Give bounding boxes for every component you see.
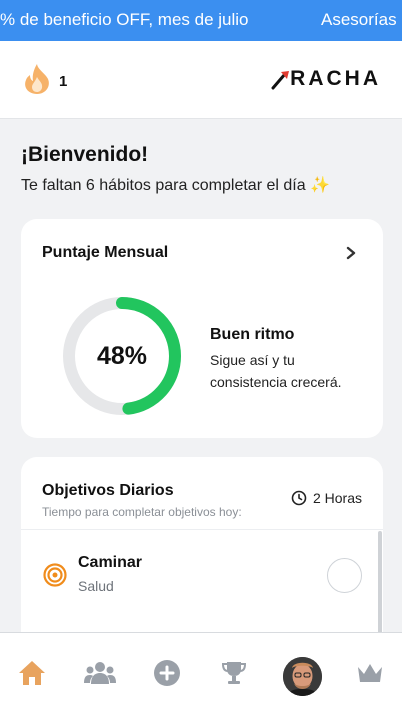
score-percent: 48% <box>96 341 148 370</box>
target-icon <box>43 563 67 587</box>
status-title: Buen ritmo <box>210 326 295 343</box>
nav-home[interactable] <box>15 656 49 690</box>
chevron-right-icon[interactable] <box>344 246 358 260</box>
habit-name: Caminar <box>78 554 143 571</box>
promo-link[interactable]: Asesorías <box>321 10 397 30</box>
page-subtitle: Te faltan 6 hábitos para completar el dí… <box>21 177 330 194</box>
page-title: ¡Bienvenido! <box>21 143 149 166</box>
goals-subtitle: Tiempo para completar objetivos hoy: <box>42 505 242 519</box>
status-description: Sigue así y tu consistencia crecerá. <box>210 352 342 390</box>
promo-banner[interactable]: % de beneficio OFF, mes de julio Asesorí… <box>0 0 402 41</box>
goals-title: Objetivos Diarios <box>42 482 174 499</box>
streak-count: 1 <box>59 73 68 90</box>
top-bar: 1 RACHA <box>0 41 402 119</box>
habit-category: Salud <box>78 578 114 594</box>
promo-text: % de beneficio OFF, mes de julio <box>0 10 249 29</box>
nav-add[interactable] <box>150 656 184 690</box>
nav-community[interactable] <box>83 656 117 690</box>
community-icon <box>84 662 116 684</box>
avatar-image <box>283 657 322 696</box>
score-card-title: Puntaje Mensual <box>42 244 169 261</box>
nav-trophy[interactable] <box>217 656 251 690</box>
add-icon <box>154 660 180 686</box>
crown-icon <box>358 664 382 682</box>
goals-time: 2 Horas <box>291 490 362 506</box>
bottom-nav <box>0 632 402 711</box>
flame-icon <box>22 63 52 100</box>
logo-arrow-icon <box>271 71 290 90</box>
trophy-icon <box>221 662 247 684</box>
profile-avatar[interactable] <box>283 657 322 696</box>
home-icon <box>19 661 45 685</box>
logo-text: RACHA <box>290 67 381 90</box>
goals-time-value: 2 Horas <box>312 490 362 506</box>
app-logo: RACHA <box>270 67 381 91</box>
divider <box>21 529 383 530</box>
nav-premium[interactable] <box>353 656 387 690</box>
monthly-score-card[interactable]: Puntaje Mensual 48% Buen ritmo Sigue así… <box>21 219 383 438</box>
clock-icon <box>291 490 307 506</box>
daily-goals-card: Objetivos Diarios Tiempo para completar … <box>21 457 383 657</box>
habit-complete-checkbox[interactable] <box>327 558 362 593</box>
streak-counter[interactable]: 1 <box>22 63 67 100</box>
